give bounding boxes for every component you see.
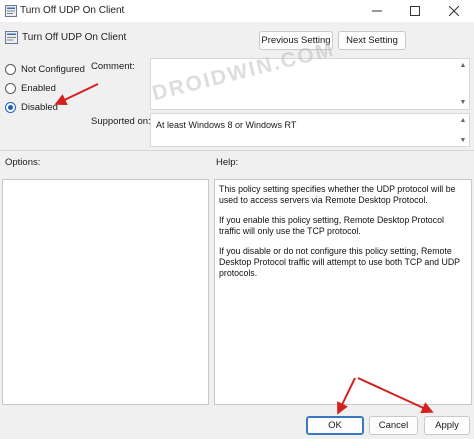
- radio-label: Enabled: [21, 82, 56, 94]
- radio-enabled[interactable]: Enabled: [5, 81, 56, 95]
- radio-circle[interactable]: [5, 82, 16, 94]
- close-icon: [449, 6, 459, 16]
- maximize-icon: [410, 6, 420, 16]
- supported-value: At least Windows 8 or Windows RT: [156, 120, 297, 130]
- cancel-button[interactable]: Cancel: [369, 416, 418, 435]
- close-button[interactable]: [434, 0, 474, 22]
- help-paragraph: If you enable this policy setting, Remot…: [219, 215, 444, 236]
- ok-button[interactable]: OK: [306, 416, 364, 435]
- radio-label: Disabled: [21, 101, 58, 113]
- scroll-down-icon[interactable]: ▼: [459, 136, 467, 144]
- policy-icon: [5, 31, 18, 44]
- scroll-up-icon[interactable]: ▲: [459, 61, 467, 69]
- scroll-up-icon[interactable]: ▲: [459, 116, 467, 124]
- help-paragraph: If you disable or do not configure this …: [219, 246, 460, 278]
- next-setting-button[interactable]: Next Setting: [338, 31, 406, 50]
- radio-circle[interactable]: [5, 63, 16, 75]
- minimize-button[interactable]: [358, 0, 396, 22]
- supported-label: Supported on:: [91, 116, 151, 127]
- help-paragraph: This policy setting specifies whether th…: [219, 184, 456, 205]
- minimize-icon: [372, 10, 382, 12]
- scroll-down-icon[interactable]: ▼: [459, 98, 467, 106]
- policy-name: Turn Off UDP On Client: [22, 32, 127, 43]
- help-pane: This policy setting specifies whether th…: [214, 179, 472, 405]
- apply-button[interactable]: Apply: [424, 416, 470, 435]
- options-label: Options:: [5, 157, 41, 168]
- radio-not-configured[interactable]: Not Configured: [5, 62, 85, 76]
- maximize-button[interactable]: [396, 0, 434, 22]
- supported-field: At least Windows 8 or Windows RT: [150, 113, 470, 147]
- policy-settings-icon: [5, 5, 17, 17]
- radio-disabled[interactable]: Disabled: [5, 100, 58, 114]
- options-pane: [2, 179, 209, 405]
- radio-circle-selected[interactable]: [5, 101, 16, 113]
- window-title: Turn Off UDP On Client: [20, 5, 125, 16]
- help-label: Help:: [216, 157, 239, 168]
- comment-label: Comment:: [91, 61, 135, 72]
- divider: [0, 150, 474, 151]
- annotation-arrow-disabled: [54, 83, 99, 105]
- radio-label: Not Configured: [21, 63, 85, 75]
